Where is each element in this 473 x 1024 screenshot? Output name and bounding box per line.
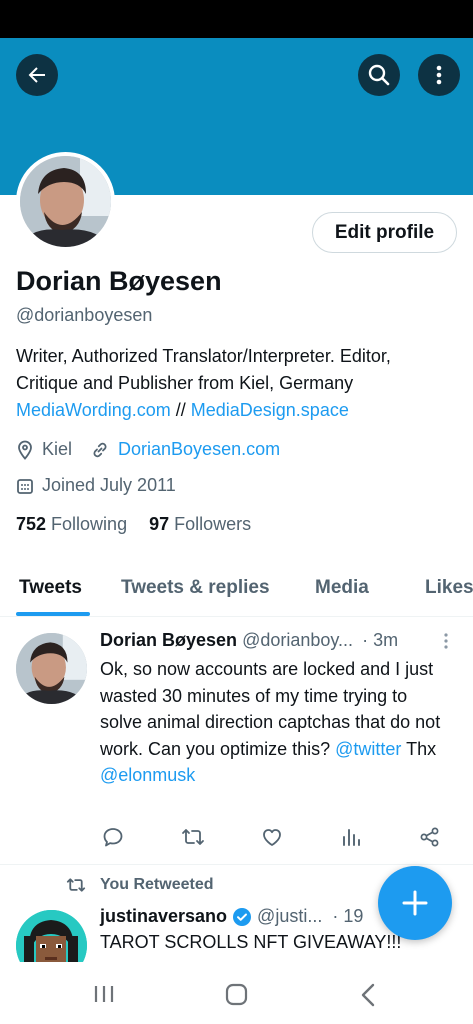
tweet-more-icon[interactable] — [438, 632, 454, 650]
following-count: 752 — [16, 514, 47, 534]
tab-likes[interactable]: Likes — [425, 577, 473, 599]
bio-link-mediadesign[interactable]: MediaDesign.space — [191, 400, 349, 420]
tweet-body-mid: Thx — [401, 738, 437, 759]
bio-line: Writer, Authorized Translator/Interprete… — [16, 346, 391, 366]
profile-handle: @dorianboyesen — [16, 305, 153, 325]
tweet-text: Ok, so now accounts are locked and I jus… — [100, 656, 445, 789]
profile-tabs: Tweets Tweets & replies Media Likes — [0, 560, 473, 617]
verified-badge-icon — [233, 907, 252, 926]
joined-text: Joined July 2011 — [42, 475, 176, 495]
bio-line: Critique and Publisher from Kiel, German… — [16, 373, 354, 393]
retweet-label: You Retweeted — [100, 876, 214, 893]
bio-separator: // — [170, 400, 191, 420]
followers-link[interactable]: 97 Followers — [149, 514, 251, 535]
status-bar — [0, 0, 473, 38]
share-icon[interactable] — [419, 826, 441, 848]
tweet-author-name[interactable]: Dorian Bøyesen — [100, 630, 237, 650]
retweet-author-handle: @justi... — [257, 906, 323, 926]
edit-profile-button[interactable]: Edit profile — [312, 212, 457, 253]
retweet-icon[interactable] — [181, 826, 205, 848]
follow-stats: 752 Following 97 Followers — [16, 514, 251, 535]
following-link[interactable]: 752 Following — [16, 514, 127, 535]
tweet-header: Dorian Bøyesen @dorianboy... · 3m — [100, 630, 398, 651]
mention-elonmusk[interactable]: @elonmusk — [100, 765, 195, 785]
profile-bio: Writer, Authorized Translator/Interprete… — [16, 343, 466, 424]
retweet-small-icon — [66, 878, 86, 892]
search-button[interactable] — [358, 54, 400, 96]
location-text: Kiel — [42, 439, 73, 459]
calendar-icon — [17, 478, 33, 494]
retweet-context: You Retweeted — [66, 876, 214, 894]
search-icon — [368, 64, 390, 86]
mention-twitter[interactable]: @twitter — [335, 739, 401, 759]
more-button[interactable] — [418, 54, 460, 96]
retweet-text: TAROT SCROLLS NFT GIVEAWAY!!! — [100, 932, 402, 952]
home-icon[interactable] — [225, 983, 248, 1006]
tab-media[interactable]: Media — [315, 577, 369, 599]
website-link[interactable]: DorianBoyesen.com — [118, 439, 280, 460]
tab-tweets[interactable]: Tweets — [19, 577, 82, 599]
reply-icon[interactable] — [102, 826, 124, 848]
profile-meta-joined: Joined July 2011 — [16, 475, 176, 496]
tweet-author-handle: @dorianboy... — [242, 630, 354, 650]
views-icon[interactable] — [341, 826, 361, 848]
tweet-author-avatar[interactable] — [16, 633, 87, 704]
recent-apps-icon[interactable] — [93, 984, 115, 1004]
more-vertical-icon — [436, 65, 442, 85]
followers-count: 97 — [149, 514, 170, 534]
link-icon — [93, 442, 107, 457]
bio-links: MediaWording.com // MediaDesign.space — [16, 397, 466, 424]
like-icon[interactable] — [261, 826, 283, 848]
retweet-header: justinaversano @justi... · 19 — [100, 906, 363, 927]
back-nav-icon[interactable] — [360, 983, 376, 1007]
compose-tweet-button[interactable] — [378, 866, 452, 940]
active-tab-indicator — [16, 612, 90, 616]
location-pin-icon — [18, 440, 32, 460]
tweet-time: · 3m — [362, 630, 399, 650]
bio-link-mediawording[interactable]: MediaWording.com — [16, 400, 171, 420]
back-arrow-icon — [28, 67, 45, 83]
retweet-author-name[interactable]: justinaversano — [100, 906, 227, 927]
tweet-actions — [0, 826, 473, 850]
android-nav-bar — [0, 962, 473, 1024]
plus-icon — [402, 890, 428, 916]
tweet-divider — [0, 864, 473, 865]
profile-name: Dorian Bøyesen — [16, 266, 222, 296]
tab-tweets-replies[interactable]: Tweets & replies — [121, 577, 270, 599]
back-button[interactable] — [16, 54, 58, 96]
retweet-time: · 19 — [332, 906, 364, 926]
profile-avatar[interactable] — [16, 152, 115, 251]
followers-label: Followers — [174, 514, 252, 534]
following-label: Following — [51, 514, 128, 534]
profile-meta-location-website: Kiel DorianBoyesen.com — [16, 439, 280, 460]
